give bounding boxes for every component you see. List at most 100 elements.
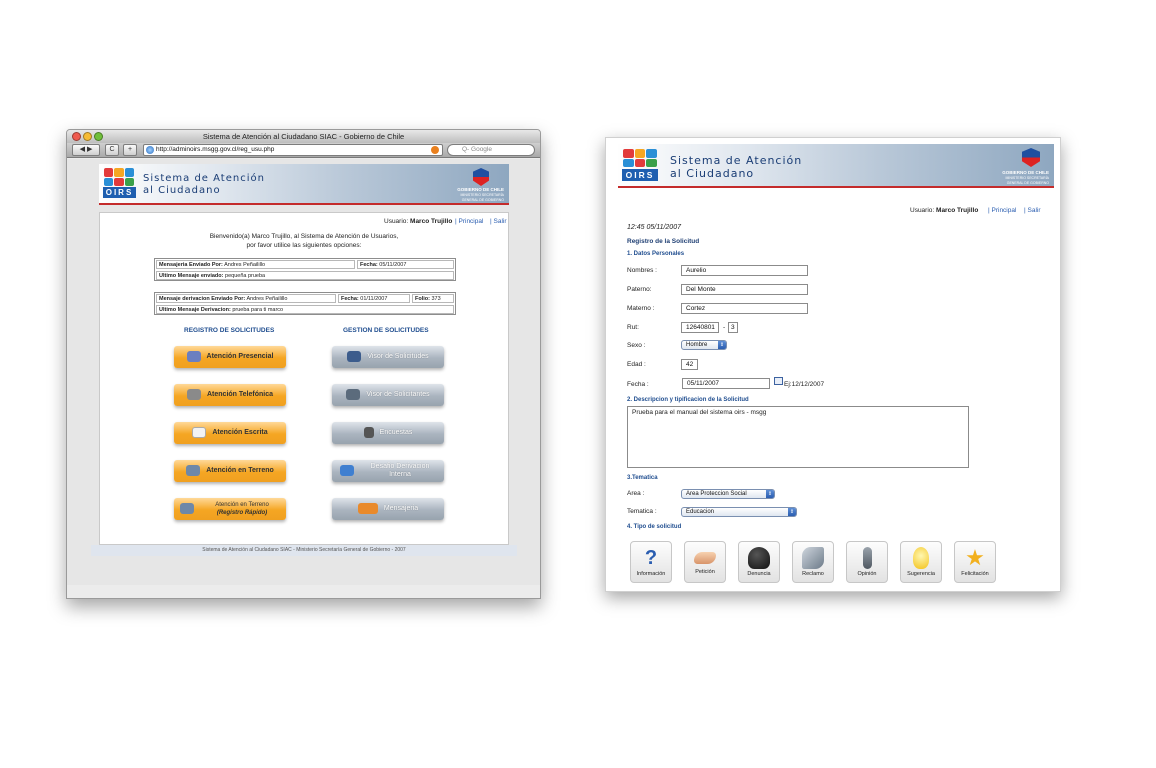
edad-input[interactable]: 42 [681,359,698,370]
tipo-label: Sugerencia [907,571,935,577]
ministerio-label-2: GENERAL DE GOBIERNO [461,198,504,202]
folio-value: 373 [431,296,441,302]
user-label: Usuario: Marco Trujillo [910,207,978,214]
tematica-select[interactable]: Educacion ⇕ [681,507,797,517]
phone-icon [187,388,201,400]
oirs-logo-text: OIRS [103,187,136,198]
chile-shield-icon [1022,148,1040,167]
tipo-label: Petición [695,569,715,575]
form-title: Registro de la Solicitud [627,238,700,245]
tipo-label: Felicitación [961,571,989,577]
select-arrows-icon: ⇕ [766,490,774,498]
calendar-icon[interactable] [774,377,783,385]
link-salir[interactable]: | Salir [490,218,507,225]
oirs-logo [104,168,134,186]
star-icon: ★ [965,545,985,570]
derivacion-last: Ultimo Mensaje Derivacion: prueba para t… [156,305,454,314]
page-body: OIRS Sistema de Atención al Ciudadano GO… [67,159,540,585]
page-footer: Sistema de Atención al Ciudadano SIAC - … [91,545,517,556]
sexo-label: Sexo : [627,342,646,349]
atencion-terreno-button[interactable]: Atención en Terreno [174,460,286,482]
window-title: Sistema de Atención al Ciudadano SIAC - … [202,132,405,141]
nombres-input[interactable]: Aurelio [681,265,808,276]
banner-title-line1: Sistema de Atención [143,173,265,184]
desafio-derivacion-button[interactable]: Desafio Derivacion Interna [332,460,444,482]
search-field[interactable]: Q- Google [447,144,535,156]
link-principal[interactable]: | Principal [988,207,1016,214]
section-descripcion: 2. Descripcion y tipificacion de la Soli… [627,397,749,403]
message-icon [357,502,378,514]
link-salir[interactable]: | Salir [1024,207,1041,214]
derivacion-fecha-value: 01/11/2007 [360,296,388,302]
rut-input[interactable]: 12640801 [681,322,719,333]
banner-title-line2: al Ciudadano [143,185,221,196]
atencion-escrita-button[interactable]: Atención Escrita [174,422,286,444]
paterno-input[interactable]: Del Monte [681,284,808,295]
reload-button[interactable]: C [105,144,119,156]
last-message-label: Ultimo Mensaje enviado: [159,273,224,279]
main-content: Usuario: Marco Trujillo | Principal | Sa… [99,212,509,545]
encuestas-button[interactable]: Encuestas [332,422,444,444]
atencion-presencial-button[interactable]: Atención Presencial [174,346,286,368]
visor-solicitudes-button[interactable]: Visor de Solicitudes [332,346,444,368]
area-label: Area : [627,490,645,497]
descripcion-textarea[interactable]: Prueba para el manual del sistema oirs -… [627,406,969,468]
new-tab-button[interactable]: + [123,144,137,156]
materno-input[interactable]: Cortez [681,303,808,314]
arrows-icon [340,465,354,476]
back-forward-buttons[interactable]: ◀ ▶ [72,144,100,156]
globe-icon [146,146,154,154]
button-label: Atención Escrita [212,429,268,436]
tipo-reclamo-button[interactable]: Reclamo [792,541,834,583]
tipo-informacion-button[interactable]: ? Información [630,541,672,583]
sexo-select[interactable]: Hombre ⇕ [681,340,727,350]
window-title-bar: Sistema de Atención al Ciudadano SIAC - … [67,130,540,143]
atencion-terreno-rapido-button[interactable]: Atención en Terreno (Registro Rápido) [174,498,286,520]
tematica-value: Educacion [686,509,715,515]
chile-shield-icon [473,168,489,186]
tipo-sugerencia-button[interactable]: Sugerencia [900,541,942,583]
mensajeria-button[interactable]: Mensajeria [332,498,444,520]
mensajeria-sender: Mensajeria Enviado Por: Andres Peñailill… [156,260,355,269]
rut-dv-input[interactable]: 3 [728,322,738,333]
sender-value: Andres Peñailillo [224,262,266,268]
oirs-logo-text: OIRS [622,169,658,181]
derivacion-sender-label: Mensaje derivacion Enviado Por: [159,296,246,302]
user-label-text: Usuario: [910,207,935,214]
question-mark-icon: ? [644,547,658,569]
button-label: Atención en Terreno [206,467,274,474]
area-select[interactable]: Area Proteccion Social ⇕ [681,489,775,499]
banner-title-line2: al Ciudadano [670,167,755,180]
derivacion-last-label: Ultimo Mensaje Derivacion: [159,307,231,313]
fecha-input[interactable]: 05/11/2007 [682,378,770,389]
welcome-line1: Bienvenido(a) Marco Trujillo, al Sistema… [209,233,399,240]
button-label: Mensajeria [383,505,419,512]
atencion-telefonica-button[interactable]: Atención Telefónica [174,384,286,406]
tipo-felicitacion-button[interactable]: ★ Felicitación [954,541,996,583]
rss-icon[interactable] [431,146,439,154]
url-text: http://adminoirs.msgg.gov.cl/reg_usu.php [156,146,275,153]
derivacion-box: Mensaje derivacion Enviado Por: Andres P… [154,292,456,315]
close-window-button[interactable] [72,132,81,141]
sender-label: Mensajeria Enviado Por: [159,262,223,268]
fecha-value: 05/11/2007 [379,262,407,268]
zoom-window-button[interactable] [94,132,103,141]
search-placeholder: Q- Google [462,146,492,153]
address-bar[interactable]: http://adminoirs.msgg.gov.cl/reg_usu.php [143,144,443,156]
hand-icon [694,552,716,564]
tipo-opinion-button[interactable]: Opinión [846,541,888,583]
tipo-denuncia-button[interactable]: Denuncia [738,541,780,583]
banner-title-line1: Sistema de Atención [670,154,803,167]
gobierno-label: GOBIERNO DE CHILE [1002,170,1049,175]
fecha-label: Fecha: [360,262,378,268]
browser-window: Sistema de Atención al Ciudadano SIAC - … [66,129,541,599]
binoculars-icon [347,350,362,362]
light-bulb-icon [913,547,929,569]
user-name: Marco Trujillo [410,218,453,225]
folio-label: Folio: [415,296,430,302]
select-arrows-icon: ⇕ [788,508,796,516]
tipo-peticion-button[interactable]: Petición [684,541,726,583]
minimize-window-button[interactable] [83,132,92,141]
visor-solicitantes-button[interactable]: Visor de Solicitantes [332,384,444,406]
link-principal[interactable]: | Principal [455,218,483,225]
